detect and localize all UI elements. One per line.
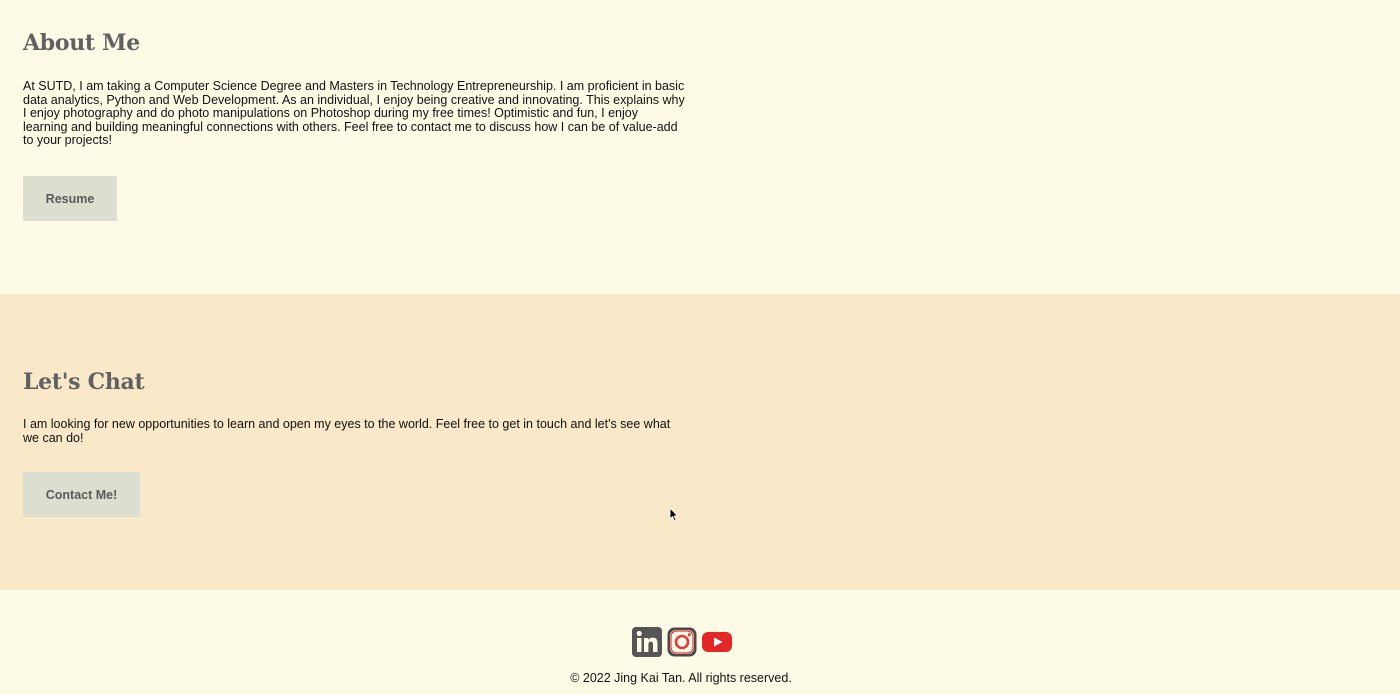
chat-paragraph: I am looking for new opportunities to le…	[23, 417, 671, 445]
chat-heading: Let's Chat	[23, 369, 145, 395]
footer: © 2022 Jing Kai Tan. All rights reserved…	[0, 590, 1400, 695]
youtube-icon[interactable]	[701, 626, 733, 658]
about-paragraph: At SUTD, I am taking a Computer Science …	[23, 79, 685, 148]
contact-button[interactable]: Contact Me!	[23, 472, 140, 517]
copyright-text: © 2022 Jing Kai Tan. All rights reserved…	[570, 671, 792, 685]
mouse-pointer-icon	[669, 507, 679, 522]
chat-section: Let's Chat I am looking for new opportun…	[0, 294, 1400, 590]
about-section: About Me At SUTD, I am taking a Computer…	[0, 0, 1400, 294]
instagram-icon[interactable]	[666, 626, 698, 658]
resume-button[interactable]: Resume	[23, 176, 117, 221]
social-links	[631, 626, 733, 658]
about-heading: About Me	[23, 30, 140, 56]
linkedin-icon[interactable]	[631, 626, 663, 658]
